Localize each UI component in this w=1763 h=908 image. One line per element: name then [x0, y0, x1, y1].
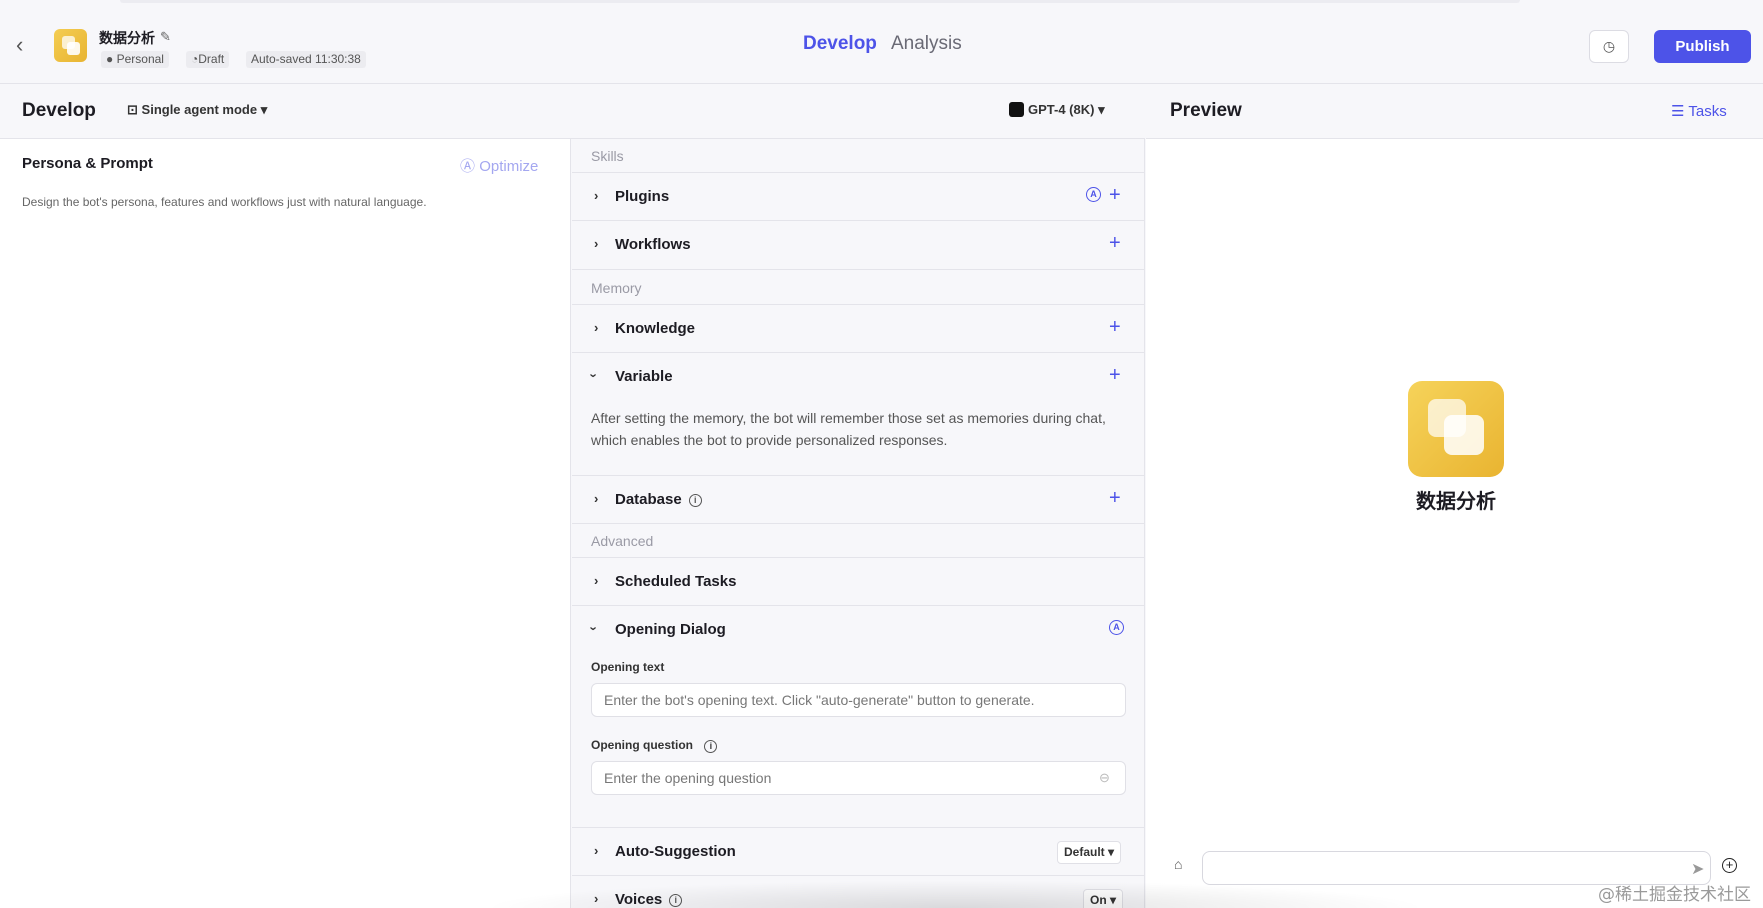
chevron-right-icon: ›: [594, 843, 599, 858]
auto-icon[interactable]: A: [1086, 187, 1101, 202]
preview-title: Preview: [1170, 100, 1242, 121]
row-auto-suggestion[interactable]: › Auto-Suggestion Default ▾: [572, 827, 1145, 876]
user-icon: ●: [106, 52, 114, 66]
row-scheduled-tasks[interactable]: › Scheduled Tasks: [572, 557, 1145, 606]
row-label: Voices i: [615, 891, 683, 908]
opening-question-input[interactable]: Enter the opening question ⊖: [591, 761, 1126, 795]
agent-mode-label: Single agent mode: [141, 102, 258, 117]
tasks-icon: ☰: [1671, 103, 1685, 120]
bot-avatar: [1408, 381, 1504, 477]
row-variable[interactable]: › Variable +: [572, 353, 1145, 402]
mode-icon: ⊡: [127, 102, 138, 117]
row-database[interactable]: › Database i +: [572, 475, 1145, 524]
model-label: GPT-4 (8K): [1028, 102, 1095, 117]
auto-generate-icon[interactable]: A: [1109, 620, 1124, 635]
section-memory: Memory: [591, 280, 642, 296]
chevron-right-icon: ›: [594, 891, 599, 906]
persona-title: Persona & Prompt: [22, 155, 153, 172]
preview-panel: Preview ☰ Tasks 数据分析 ⌂ ➤ +: [1146, 85, 1763, 908]
add-database-icon[interactable]: +: [1109, 488, 1121, 508]
clear-chat-icon[interactable]: ⌂: [1174, 856, 1182, 872]
voices-select[interactable]: On ▾: [1083, 889, 1124, 908]
agent-mode-select[interactable]: ⊡ Single agent mode ▾: [127, 102, 267, 118]
opening-text-input[interactable]: Enter the bot's opening text. Click "aut…: [591, 683, 1126, 717]
opening-question-placeholder: Enter the opening question: [604, 770, 772, 786]
row-label: Knowledge: [615, 320, 696, 337]
send-icon[interactable]: ➤: [1691, 859, 1704, 879]
meta-personal-label: Personal: [116, 52, 164, 66]
add-knowledge-icon[interactable]: +: [1109, 317, 1121, 337]
caret-down-icon: ▾: [260, 102, 268, 117]
opening-question-label: Opening question i: [591, 738, 718, 753]
row-plugins[interactable]: › Plugins A +: [572, 172, 1145, 221]
publish-button[interactable]: Publish: [1654, 30, 1751, 63]
tab-analysis[interactable]: Analysis: [891, 33, 962, 55]
top-bar: [0, 0, 1763, 84]
meta-draft: ◔Draft: [186, 51, 230, 68]
row-workflows[interactable]: › Workflows +: [572, 221, 1145, 270]
info-icon[interactable]: i: [669, 894, 683, 907]
row-label: Auto-Suggestion: [615, 843, 736, 860]
meta-autosaved: Auto-saved 11:30:38: [246, 51, 366, 68]
optimize-button[interactable]: Ⓐ Optimize: [460, 155, 538, 176]
persona-panel: [0, 139, 571, 908]
voices-value: On: [1090, 893, 1107, 907]
app-icon: [54, 29, 87, 62]
tasks-button[interactable]: ☰ Tasks: [1671, 102, 1727, 120]
tasks-label: Tasks: [1688, 103, 1727, 120]
opening-text-label: Opening text: [591, 660, 665, 674]
chevron-right-icon: ›: [594, 573, 599, 588]
watermark: @稀土掘金技术社区: [1598, 885, 1751, 905]
add-attachment-icon[interactable]: +: [1722, 858, 1737, 873]
history-button[interactable]: ◷: [1589, 30, 1629, 63]
row-label: Workflows: [615, 236, 691, 253]
row-knowledge[interactable]: › Knowledge +: [572, 304, 1145, 353]
variable-description: After setting the memory, the bot will r…: [591, 410, 1106, 448]
preview-header: Preview ☰ Tasks: [1146, 85, 1763, 139]
opening-question-label-text: Opening question: [591, 738, 693, 752]
add-workflow-icon[interactable]: +: [1109, 233, 1121, 253]
openai-icon: [1009, 102, 1024, 117]
chevron-right-icon: ›: [594, 320, 599, 335]
bot-name: 数据分析: [1416, 491, 1496, 513]
section-skills: Skills: [591, 148, 624, 164]
browser-strip: [120, 0, 1520, 3]
chevron-right-icon: ›: [594, 188, 599, 203]
chevron-right-icon: ›: [594, 236, 599, 251]
row-label: Opening Dialog: [615, 621, 726, 638]
row-label: Scheduled Tasks: [615, 573, 737, 590]
database-label: Database: [615, 491, 682, 508]
persona-description: Design the bot's persona, features and w…: [22, 195, 427, 209]
back-arrow-icon[interactable]: ‹: [16, 34, 38, 56]
optimize-label: Optimize: [479, 158, 539, 175]
auto-suggestion-value: Default: [1064, 845, 1105, 859]
info-icon[interactable]: i: [688, 494, 702, 507]
meta-draft-label: Draft: [198, 52, 225, 66]
chevron-down-icon: ›: [586, 373, 602, 378]
develop-title: Develop: [22, 100, 96, 121]
add-plugin-icon[interactable]: +: [1109, 185, 1121, 205]
add-variable-icon[interactable]: +: [1109, 365, 1121, 385]
row-label: Variable: [615, 368, 673, 385]
caret-down-icon: ▾: [1098, 102, 1105, 117]
tab-develop[interactable]: Develop: [803, 33, 877, 55]
auto-icon: Ⓐ: [460, 158, 476, 175]
clock-icon: ◷: [1602, 38, 1616, 54]
row-label: Database i: [615, 491, 702, 508]
auto-suggestion-select[interactable]: Default ▾: [1057, 841, 1122, 864]
voices-label: Voices: [615, 891, 663, 908]
chevron-down-icon: ›: [586, 626, 602, 631]
info-icon[interactable]: i: [704, 740, 718, 753]
chevron-right-icon: ›: [594, 491, 599, 506]
remove-icon[interactable]: ⊖: [1099, 770, 1110, 786]
row-label: Plugins: [615, 188, 670, 205]
row-voices[interactable]: › Voices i On ▾: [572, 876, 1145, 908]
model-select[interactable]: GPT-4 (8K) ▾: [1009, 102, 1105, 118]
edit-icon[interactable]: ✎: [160, 29, 174, 44]
meta-personal: ● Personal: [101, 51, 169, 68]
app-name: 数据分析: [99, 30, 155, 46]
row-opening-dialog[interactable]: › Opening Dialog A: [572, 606, 1145, 655]
section-advanced: Advanced: [591, 533, 654, 549]
